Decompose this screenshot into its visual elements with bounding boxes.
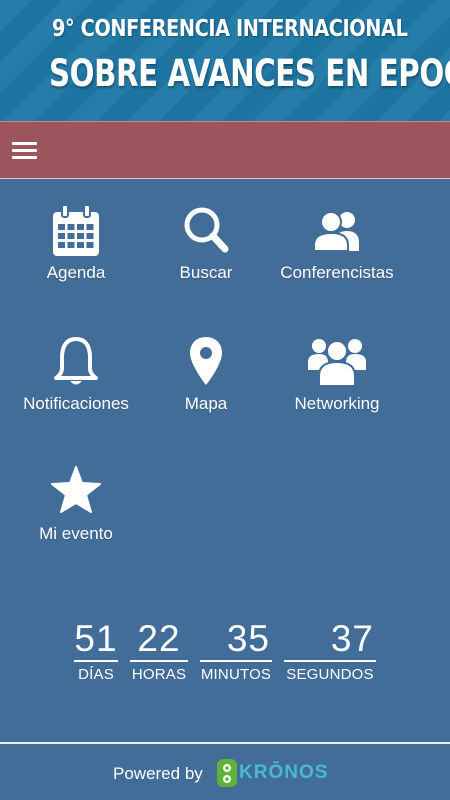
calendar-icon [53,205,99,256]
menu-item-label: Conferencistas [280,263,394,282]
footer: Powered by KRŌNOS [0,744,450,800]
banner-title-line-2: SOBRE AVANCES EN EPOC [49,52,450,95]
bell-icon [54,337,98,385]
menu-item-mi-evento[interactable]: Mi evento [6,466,146,556]
menu-item-conferencistas[interactable]: Conferencistas [267,205,407,295]
countdown-minutes-value: 35 [226,618,270,659]
map-marker-icon [190,337,222,385]
powered-by-text: Powered by [113,764,203,783]
banner-title-line-1: 9° CONFERENCIA INTERNACIONAL [52,16,408,42]
menu-item-label: Mi evento [39,524,113,543]
countdown-days: 51 DÍAS [74,620,118,683]
star-icon [51,466,101,513]
menu-item-label: Buscar [179,263,233,282]
countdown-divider [284,660,376,662]
menu-item-label: Mapa [184,394,228,413]
countdown-minutes: 35 MINUTOS [200,620,272,683]
countdown-divider [74,660,118,662]
event-countdown: 51 DÍAS 22 HORAS 35 MINUTOS 37 SEGUNDOS [0,620,450,690]
countdown-seconds-value: 37 [330,618,374,659]
menu-item-buscar[interactable]: Buscar [136,205,276,295]
menu-item-label: Agenda [46,263,106,282]
countdown-days-value: 51 [74,618,118,659]
menu-item-notificaciones[interactable]: Notificaciones [6,336,146,426]
countdown-days-label: DÍAS [78,666,114,683]
countdown-seconds: 37 SEGUNDOS [284,620,376,683]
countdown-hours-label: HORAS [131,666,187,683]
countdown-seconds-label: SEGUNDOS [286,666,374,683]
countdown-divider [200,660,272,662]
countdown-hours-value: 22 [137,618,181,659]
group-icon [308,339,366,386]
top-navbar [0,121,450,179]
menu-item-networking[interactable]: Networking [267,336,407,426]
countdown-divider [130,660,188,662]
conference-banner: 9° CONFERENCIA INTERNACIONAL SOBRE AVANC… [0,0,450,121]
users-icon [313,211,359,252]
search-icon [184,207,229,253]
menu-item-mapa[interactable]: Mapa [136,336,276,426]
menu-item-agenda[interactable]: Agenda [6,205,146,295]
menu-item-label: Networking [294,394,380,413]
kronos-brand-text[interactable]: KRŌNOS [239,762,328,784]
countdown-hours: 22 HORAS [130,620,188,683]
menu-item-label: Notificaciones [23,394,129,413]
hamburger-menu-icon[interactable] [12,142,37,160]
countdown-minutes-label: MINUTOS [200,666,272,683]
kronos-logo-icon[interactable] [216,758,238,788]
